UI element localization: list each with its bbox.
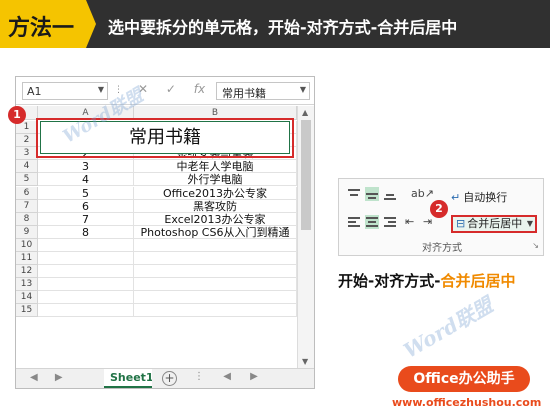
brand-url: www.officezhushou.com	[392, 396, 542, 409]
cell-a[interactable]: 3	[38, 160, 134, 174]
name-box-value: A1	[27, 85, 42, 98]
row-header[interactable]: 6	[16, 186, 38, 200]
cell-a[interactable]: 5	[38, 186, 134, 200]
cell-a[interactable]	[38, 291, 134, 305]
next-sheet-icon[interactable]: ▶	[55, 372, 63, 383]
cell-a[interactable]	[38, 252, 134, 266]
watermark: Word联盟	[399, 292, 497, 363]
cell-b[interactable]	[134, 291, 297, 305]
formula-bar: A1 ▼ ⋮ ✕ ✓ fx 常用书籍 ▼	[16, 77, 314, 105]
scroll-right-icon[interactable]: ▶	[250, 371, 258, 382]
row-header[interactable]: 9	[16, 225, 38, 239]
name-box[interactable]: A1 ▼	[22, 82, 108, 100]
row-header[interactable]: 15	[16, 304, 38, 318]
row-header[interactable]: 2	[16, 134, 38, 148]
sheet-grid: A B 1232系统安装与重装43中老年人学电脑54外行学电脑65Office2…	[16, 106, 314, 368]
sheet-tab-bar: ◀ ▶ Sheet1 + ⋮ ◀ ▶	[16, 368, 314, 388]
wrap-text-icon: ↵	[451, 191, 461, 204]
merge-cells-icon: ⊟	[456, 217, 466, 230]
wrap-text-button[interactable]: ↵ 自动换行	[451, 189, 507, 205]
dialog-launcher-icon[interactable]: ↘	[532, 241, 539, 250]
cell-b[interactable]: Photoshop CS6从入门到精通	[134, 225, 297, 239]
cell-b[interactable]	[134, 238, 297, 252]
cell-b[interactable]: 中老年人学电脑	[134, 160, 297, 174]
row-header[interactable]: 3	[16, 147, 38, 161]
cell-a[interactable]	[38, 304, 134, 318]
method-tag: 方法一	[0, 0, 96, 48]
cell-b[interactable]	[134, 265, 297, 279]
align-top-icon[interactable]	[347, 187, 361, 201]
cell-b[interactable]: 外行学电脑	[134, 173, 297, 187]
cell-a[interactable]	[38, 278, 134, 292]
align-left-icon[interactable]	[347, 215, 361, 229]
cell-b[interactable]: 黑客攻防	[134, 199, 297, 213]
fx-icon[interactable]: fx	[194, 82, 205, 96]
cell-b[interactable]	[134, 304, 297, 318]
add-sheet-button[interactable]: +	[162, 371, 177, 386]
more-icon[interactable]: ⋮	[194, 371, 204, 382]
cell-a[interactable]: 7	[38, 212, 134, 226]
formula-value: 常用书籍	[222, 87, 266, 100]
caption: 开始-对齐方式-合并后居中	[338, 270, 515, 291]
row-header[interactable]: 12	[16, 265, 38, 279]
vertical-scrollbar[interactable]: ▲ ▼	[297, 106, 314, 368]
decrease-indent-icon[interactable]: ⇤	[405, 215, 419, 229]
cell-a[interactable]	[38, 238, 134, 252]
wrap-text-label: 自动换行	[463, 191, 508, 204]
group-label: 对齐方式	[422, 243, 462, 254]
top-banner: 方法一 选中要拆分的单元格，开始-对齐方式-合并后居中	[0, 0, 550, 48]
cell-a[interactable]: 4	[38, 173, 134, 187]
chevron-down-icon[interactable]: ▼	[300, 85, 306, 94]
cell-b[interactable]	[134, 252, 297, 266]
cell-a[interactable]: 6	[38, 199, 134, 213]
method-label: 方法一	[8, 16, 75, 41]
align-right-icon[interactable]	[383, 215, 397, 229]
cell-b[interactable]: Excel2013办公专家	[134, 212, 297, 226]
scroll-up-icon[interactable]: ▲	[302, 108, 308, 117]
merge-center-button[interactable]: ⊟ 合并后居中 ▼	[451, 215, 537, 233]
brand-logo: Office办公助手	[398, 366, 530, 392]
align-center-icon[interactable]	[365, 215, 379, 229]
caption-part1: 开始-对齐方式-	[338, 272, 441, 290]
step-badge-1: 1	[8, 106, 26, 124]
sheet-tab[interactable]: Sheet1	[104, 369, 152, 388]
orientation-icon[interactable]: ab↗	[411, 187, 434, 201]
prev-sheet-icon[interactable]: ◀	[30, 372, 38, 383]
row-header[interactable]: 14	[16, 291, 38, 305]
row-header[interactable]: 7	[16, 199, 38, 213]
step-badge-2: 2	[430, 200, 448, 218]
caption-part2: 合并后居中	[440, 272, 516, 290]
cell-b[interactable]: Office2013办公专家	[134, 186, 297, 200]
row-header[interactable]: 5	[16, 173, 38, 187]
chevron-down-icon[interactable]: ▼	[98, 85, 104, 94]
row-header[interactable]: 8	[16, 212, 38, 226]
row-header[interactable]: 4	[16, 160, 38, 174]
chevron-down-icon[interactable]: ▼	[527, 217, 533, 231]
scroll-thumb[interactable]	[301, 120, 311, 230]
enter-icon[interactable]: ✓	[166, 82, 176, 96]
cell-a[interactable]: 8	[38, 225, 134, 239]
align-middle-icon[interactable]	[365, 187, 379, 201]
scroll-left-icon[interactable]: ◀	[223, 371, 231, 382]
scroll-down-icon[interactable]: ▼	[302, 357, 308, 366]
merge-center-label: 合并后居中	[467, 217, 523, 230]
row-header[interactable]: 11	[16, 252, 38, 266]
banner-instruction: 选中要拆分的单元格，开始-对齐方式-合并后居中	[108, 18, 458, 37]
cell-b[interactable]	[134, 278, 297, 292]
align-bottom-icon[interactable]	[383, 187, 397, 201]
formula-input[interactable]: 常用书籍 ▼	[216, 82, 310, 100]
row-header[interactable]: 10	[16, 238, 38, 252]
cell-a[interactable]	[38, 265, 134, 279]
row-header[interactable]: 13	[16, 278, 38, 292]
